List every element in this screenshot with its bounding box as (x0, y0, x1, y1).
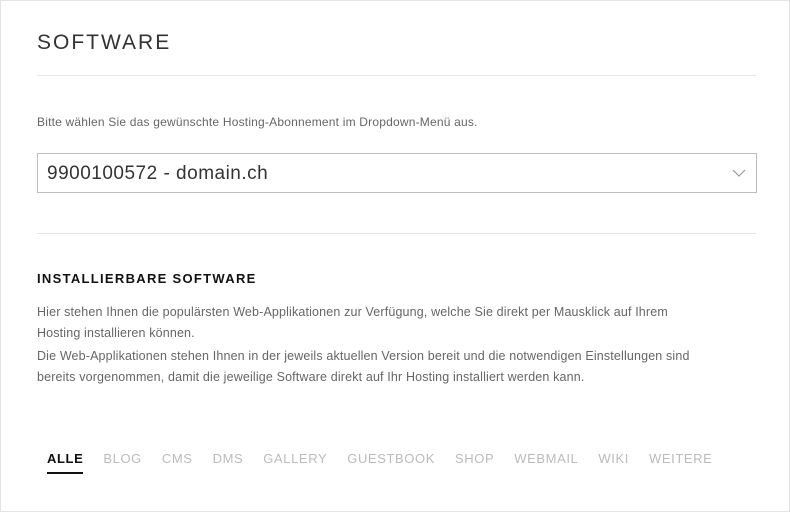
category-tabs: ALLE BLOG CMS DMS GALLERY GUESTBOOK SHOP… (37, 451, 722, 474)
section-title: INSTALLIERBARE SOFTWARE (37, 271, 257, 286)
subscription-dropdown-value: 9900100572 - domain.ch (47, 163, 269, 184)
tab-alle[interactable]: ALLE (37, 451, 93, 474)
tab-cms[interactable]: CMS (152, 451, 203, 472)
tab-blog[interactable]: BLOG (93, 451, 152, 472)
tab-guestbook[interactable]: GUESTBOOK (337, 451, 445, 472)
divider-middle (37, 233, 756, 234)
tab-wiki[interactable]: WIKI (588, 451, 639, 472)
chevron-down-icon (732, 166, 746, 180)
page-title: SOFTWARE (37, 31, 172, 54)
subscription-dropdown[interactable]: 9900100572 - domain.ch (37, 153, 757, 193)
software-panel: SOFTWARE Bitte wählen Sie das gewünschte… (0, 0, 790, 512)
tab-gallery[interactable]: GALLERY (253, 451, 337, 472)
section-description-2: Die Web-Applikationen stehen Ihnen in de… (37, 349, 690, 384)
tab-webmail[interactable]: WEBMAIL (504, 451, 588, 472)
divider-top (37, 75, 756, 76)
tab-dms[interactable]: DMS (203, 451, 254, 472)
tab-shop[interactable]: SHOP (445, 451, 504, 472)
instruction-text: Bitte wählen Sie das gewünschte Hosting-… (37, 115, 478, 129)
tab-weitere[interactable]: WEITERE (639, 451, 722, 472)
section-description-1: Hier stehen Ihnen die populärsten Web-Ap… (37, 305, 668, 340)
